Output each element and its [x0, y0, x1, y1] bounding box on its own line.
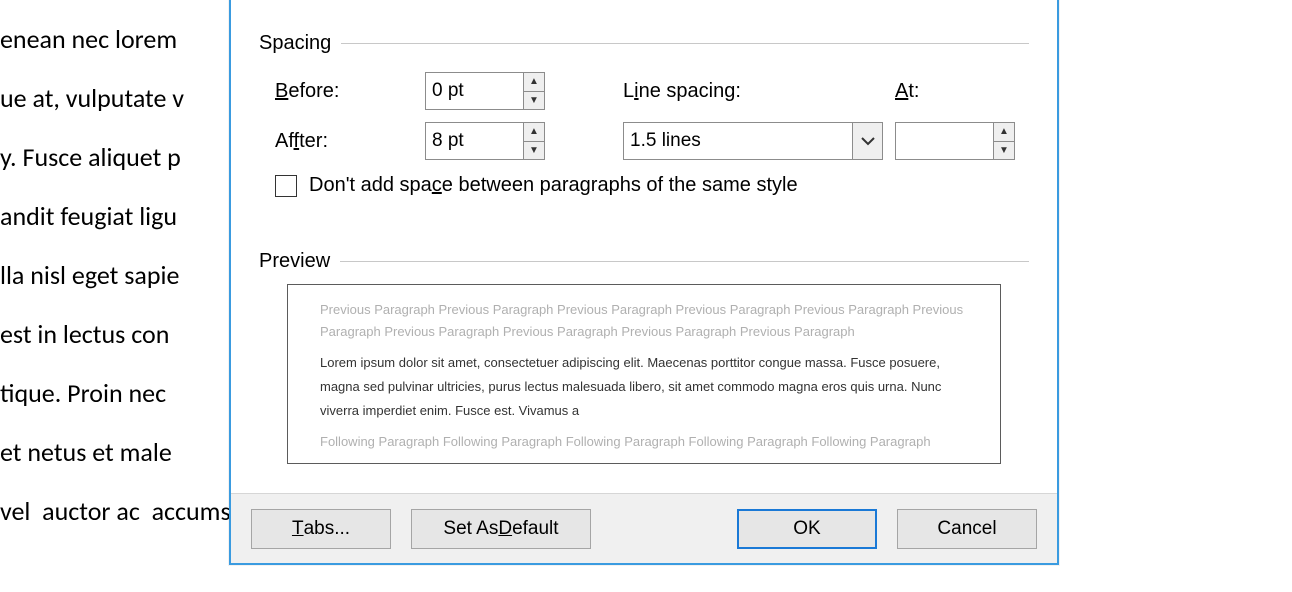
spin-up-icon[interactable]: ▲: [524, 73, 544, 91]
after-spinbox[interactable]: ▲ ▼: [425, 122, 545, 160]
preview-group-header: Preview: [259, 250, 1029, 273]
spacing-group-title: Spacing: [259, 32, 331, 55]
preview-previous-text: Previous Paragraph Previous Paragraph Pr…: [320, 299, 968, 343]
at-label: At:: [895, 80, 919, 103]
spin-down-icon[interactable]: ▼: [524, 141, 544, 160]
set-as-default-button[interactable]: Set As Default: [411, 509, 591, 549]
chevron-down-icon[interactable]: [852, 123, 882, 159]
after-spin-buttons[interactable]: ▲ ▼: [523, 123, 544, 159]
same-style-checkbox-row[interactable]: Don't add space between paragraphs of th…: [275, 174, 798, 197]
preview-box: Previous Paragraph Previous Paragraph Pr…: [287, 284, 1001, 464]
after-label: Affter:: [275, 130, 328, 153]
at-spinbox[interactable]: ▲ ▼: [895, 122, 1015, 160]
line-spacing-combobox[interactable]: [623, 122, 883, 160]
dialog-button-bar: Tabs... Set As Default OK Cancel: [231, 493, 1057, 563]
preview-group-title: Preview: [259, 250, 330, 273]
spacing-group-header: Spacing: [259, 32, 1029, 55]
ok-button[interactable]: OK: [737, 509, 877, 549]
dialog-body: Spacing Before: Affter: Line spacing: At…: [231, 0, 1057, 493]
preview-group: Preview Previous Paragraph Previous Para…: [259, 250, 1029, 500]
before-input[interactable]: [426, 73, 523, 109]
spin-up-icon[interactable]: ▲: [994, 123, 1014, 141]
after-input[interactable]: [426, 123, 523, 159]
preview-sample-text: Lorem ipsum dolor sit amet, consectetuer…: [320, 351, 968, 423]
paragraph-dialog: Spacing Before: Affter: Line spacing: At…: [229, 0, 1059, 565]
line-spacing-input[interactable]: [624, 123, 852, 159]
before-label: Before:: [275, 80, 340, 103]
cancel-button[interactable]: Cancel: [897, 509, 1037, 549]
before-spin-buttons[interactable]: ▲ ▼: [523, 73, 544, 109]
spin-down-icon[interactable]: ▼: [994, 141, 1014, 160]
before-spinbox[interactable]: ▲ ▼: [425, 72, 545, 110]
same-style-checkbox[interactable]: [275, 175, 297, 197]
tabs-button[interactable]: Tabs...: [251, 509, 391, 549]
group-divider: [340, 261, 1029, 262]
group-divider: [341, 43, 1029, 44]
spin-up-icon[interactable]: ▲: [524, 123, 544, 141]
line-spacing-label: Line spacing:: [623, 80, 741, 103]
preview-following-text: Following Paragraph Following Paragraph …: [320, 431, 968, 453]
at-spin-buttons[interactable]: ▲ ▼: [993, 123, 1014, 159]
same-style-label: Don't add space between paragraphs of th…: [309, 174, 798, 197]
spin-down-icon[interactable]: ▼: [524, 91, 544, 110]
at-input[interactable]: [896, 123, 993, 159]
spacing-group: Spacing Before: Affter: Line spacing: At…: [259, 32, 1029, 232]
